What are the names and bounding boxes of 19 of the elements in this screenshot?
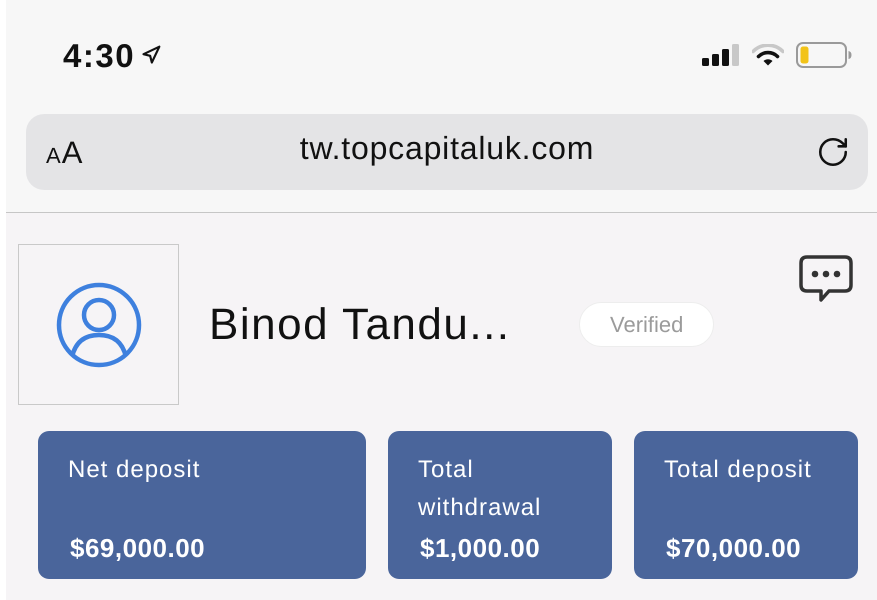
text-size-button[interactable]: AA	[46, 136, 84, 168]
stat-value: $1,000.00	[419, 532, 542, 564]
location-arrow-icon	[141, 45, 162, 65]
stat-label: Net deposit	[68, 455, 202, 485]
url-text: tw.topcapitaluk.com	[300, 132, 594, 164]
user-name: Binod Tandu...	[209, 300, 511, 348]
stat-label: Total withdrawal	[418, 455, 542, 523]
stat-value: $69,000.00	[69, 532, 206, 564]
address-bar[interactable]: AA tw.topcapitaluk.com	[26, 114, 868, 190]
stat-label: Total deposit	[664, 455, 813, 485]
verified-badge: Verified	[579, 302, 714, 347]
status-time: 4:30	[63, 38, 136, 72]
battery-icon	[796, 42, 852, 68]
user-icon	[54, 280, 142, 368]
reload-icon[interactable]	[816, 135, 850, 169]
wifi-icon	[752, 44, 784, 66]
chat-icon[interactable]	[799, 255, 853, 303]
stat-value: $70,000.00	[665, 532, 802, 564]
signal-icon	[702, 44, 740, 66]
